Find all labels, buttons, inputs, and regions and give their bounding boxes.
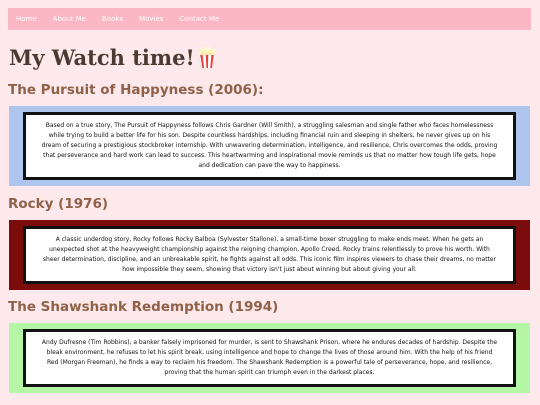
movie-heading-shawshank-redemption: The Shawshank Redemption (1994) bbox=[8, 299, 279, 315]
movie-card-rocky: A classic underdog story, Rocky follows … bbox=[9, 220, 530, 290]
top-navbar: Home About Me Books Movies Contact Me bbox=[8, 8, 531, 30]
movie-heading-rocky: Rocky (1976) bbox=[8, 196, 109, 212]
movie-card-shawshank-redemption: Andy Dufresne (Tim Robbins), a banker fa… bbox=[9, 323, 530, 393]
movie-description: Based on a true story, The Pursuit of Ha… bbox=[41, 122, 498, 169]
page-title: My Watch time! bbox=[9, 40, 217, 74]
movie-card-pursuit-of-happyness: Based on a true story, The Pursuit of Ha… bbox=[9, 106, 530, 186]
nav-link-books[interactable]: Books bbox=[102, 15, 123, 23]
nav-link-home[interactable]: Home bbox=[16, 15, 37, 23]
page-title-text: My Watch time! bbox=[9, 44, 195, 70]
nav-link-contact-me[interactable]: Contact Me bbox=[179, 15, 219, 23]
nav-link-about-me[interactable]: About Me bbox=[53, 15, 86, 23]
movie-card-inner: A classic underdog story, Rocky follows … bbox=[23, 226, 516, 284]
movie-heading-pursuit-of-happyness: The Pursuit of Happyness (2006): bbox=[8, 82, 264, 98]
nav-link-movies[interactable]: Movies bbox=[139, 15, 163, 23]
movie-card-inner: Based on a true story, The Pursuit of Ha… bbox=[23, 112, 516, 180]
movie-description: A classic underdog story, Rocky follows … bbox=[42, 236, 497, 273]
movie-description: Andy Dufresne (Tim Robbins), a banker fa… bbox=[41, 339, 498, 376]
popcorn-icon bbox=[197, 45, 217, 69]
movie-card-inner: Andy Dufresne (Tim Robbins), a banker fa… bbox=[23, 329, 516, 387]
